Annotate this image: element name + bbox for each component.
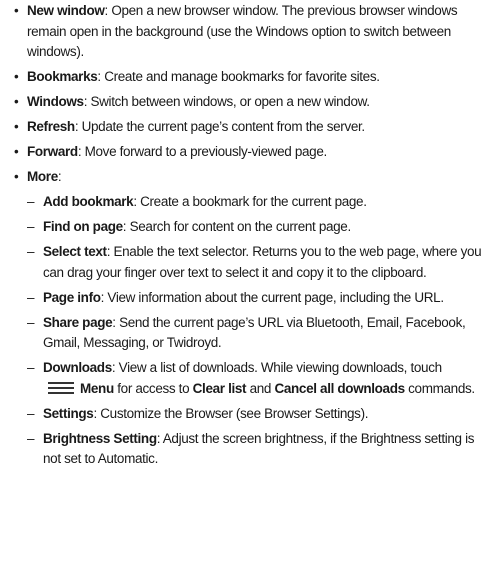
sub-item-downloads: – Downloads: View a list of downloads. W…: [14, 358, 484, 399]
downloads-tail-text: commands.: [404, 380, 475, 396]
sub-desc: : View information about the current pag…: [100, 289, 444, 305]
item-term: More: [27, 169, 58, 185]
item-term: Refresh: [27, 119, 75, 135]
menu-icon: [48, 381, 74, 394]
item-desc: : Create and manage bookmarks for favori…: [97, 69, 380, 85]
item-term: Forward: [27, 144, 78, 160]
sub-desc: : View a list of downloads. While viewin…: [111, 360, 442, 376]
list-item-bookmarks: • Bookmarks: Create and manage bookmarks…: [14, 67, 484, 88]
sub-item-select-text: – Select text: Enable the text selector.…: [14, 242, 484, 283]
sub-item-add-bookmark: – Add bookmark: Create a bookmark for th…: [14, 192, 484, 213]
sub-desc: : Create a bookmark for the current page…: [133, 194, 367, 210]
item-desc: :: [57, 169, 62, 185]
bullet: •: [14, 69, 19, 85]
dash: –: [27, 194, 35, 210]
menu-label: Menu: [80, 380, 114, 396]
list-item-more: • More:: [14, 167, 484, 188]
dash: –: [27, 244, 35, 260]
list-item-refresh: • Refresh: Update the current page’s con…: [14, 117, 484, 138]
sub-term: Find on page: [43, 219, 123, 235]
sub-item-page-info: – Page info: View information about the …: [14, 288, 484, 309]
dash: –: [27, 405, 35, 421]
sub-item-settings: – Settings: Customize the Browser (see B…: [14, 404, 484, 425]
item-desc: : Move forward to a previously-viewed pa…: [77, 144, 327, 160]
sub-item-find-on-page: – Find on page: Search for content on th…: [14, 217, 484, 238]
sub-desc: : Customize the Browser (see Browser Set…: [93, 405, 369, 421]
item-term: Windows: [27, 94, 84, 110]
sub-term: Add bookmark: [43, 194, 134, 210]
sub-desc: : Enable the text selector. Returns you …: [43, 244, 482, 280]
sub-term: Settings: [43, 405, 94, 421]
item-term: Bookmarks: [27, 69, 98, 85]
downloads-mid-text: for access to: [113, 380, 193, 396]
sub-term: Downloads: [43, 360, 112, 376]
bullet: •: [14, 144, 19, 160]
sub-item-share-page: – Share page: Send the current page’s UR…: [14, 313, 484, 354]
list-item-forward: • Forward: Move forward to a previously-…: [14, 142, 484, 163]
dash: –: [27, 289, 35, 305]
sub-term: Page info: [43, 289, 101, 305]
dash: –: [27, 360, 35, 376]
bullet: •: [14, 3, 19, 18]
dash: –: [27, 219, 35, 235]
dash: –: [27, 430, 35, 446]
item-term: New window: [27, 3, 105, 18]
cancel-all-downloads-label: Cancel all downloads: [274, 380, 405, 396]
item-desc: : Update the current page’s content from…: [74, 119, 365, 135]
sub-item-brightness-setting: – Brightness Setting: Adjust the screen …: [14, 429, 484, 470]
sub-term: Select text: [43, 244, 107, 260]
document-page: • New window: Open a new browser window.…: [0, 0, 490, 470]
dash: –: [27, 314, 35, 330]
list-item-new-window: • New window: Open a new browser window.…: [14, 1, 484, 63]
sub-term: Share page: [43, 314, 113, 330]
sub-term: Brightness Setting: [43, 430, 157, 446]
bullet: •: [14, 119, 19, 135]
sub-desc: : Search for content on the current page…: [122, 219, 351, 235]
bullet: •: [14, 94, 19, 110]
item-desc: : Switch between windows, or open a new …: [83, 94, 370, 110]
clear-list-label: Clear list: [192, 380, 247, 396]
list-item-windows: • Windows: Switch between windows, or op…: [14, 92, 484, 113]
bullet: •: [14, 169, 19, 185]
downloads-and-text: and: [246, 380, 275, 396]
